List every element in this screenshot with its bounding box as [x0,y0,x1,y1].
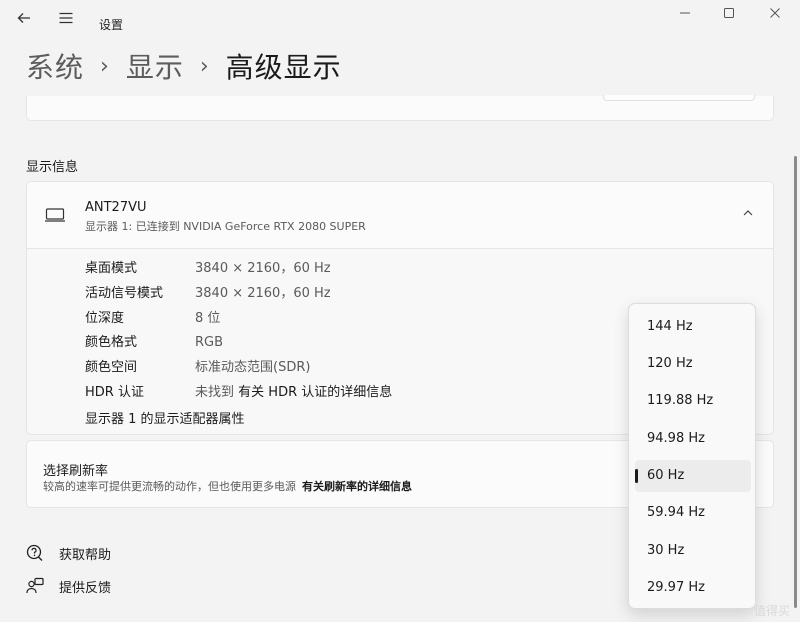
refresh-rate-dropdown[interactable]: 144 Hz 120 Hz 119.88 Hz 94.98 Hz 60 Hz 5… [628,303,756,609]
refresh-rate-description: 较高的速率可提供更流畅的动作，但也使用更多电源 有关刷新率的详细信息 [43,478,412,494]
feedback-icon [26,577,44,594]
previous-setting-dropdown[interactable] [603,95,755,101]
back-arrow-icon [17,13,30,23]
hdr-certification-link[interactable]: 有关 HDR 认证的详细信息 [238,385,392,400]
info-value: 3840 × 2160，60 Hz [195,261,331,276]
title-bar: 设置 [0,0,800,40]
chevron-up-icon[interactable] [739,206,757,224]
breadcrumb-item-system[interactable]: 系统 [26,46,84,86]
give-feedback-link[interactable]: 提供反馈 [26,576,111,596]
chevron-right-icon: › [199,53,210,79]
refresh-rate-option[interactable]: 29.97 Hz [635,572,751,604]
hdr-status: 未找到 [195,385,235,400]
refresh-rate-option[interactable]: 94.98 Hz [635,423,751,455]
info-key: 桌面模式 [85,261,138,276]
info-key: 位深度 [85,311,125,326]
info-key: 颜色格式 [85,335,138,350]
section-title-display-info: 显示信息 [26,160,79,175]
watermark: 值得买 [753,604,790,618]
minimize-icon [680,12,690,14]
refresh-rate-title: 选择刷新率 [43,464,109,479]
maximize-button[interactable] [714,6,744,26]
back-button[interactable] [14,10,34,30]
hamburger-menu-icon [59,12,73,24]
get-help-label: 获取帮助 [59,547,112,563]
info-value: 8 位 [195,311,221,326]
breadcrumb: 系统 › 显示 › 高级显示 [26,46,342,86]
refresh-rate-info-link[interactable]: 有关刷新率的详细信息 [302,480,412,493]
breadcrumb-item-display[interactable]: 显示 [126,46,184,86]
get-help-link[interactable]: 获取帮助 [26,543,111,563]
monitor-header-card[interactable]: ANT27VU 显示器 1: 已连接到 NVIDIA GeForce RTX 2… [26,181,774,249]
close-icon [770,8,780,18]
refresh-rate-option[interactable]: 144 Hz [635,311,751,343]
close-button[interactable] [760,6,790,26]
monitor-name: ANT27VU [85,200,147,215]
info-key: 颜色空间 [85,360,138,375]
info-key: 活动信号模式 [85,286,164,301]
monitor-icon [45,208,65,222]
minimize-button[interactable] [670,6,700,26]
navigation-menu-button[interactable] [56,10,76,30]
vertical-scrollbar[interactable] [794,156,797,608]
maximize-icon [724,8,734,18]
chevron-right-icon: › [100,53,110,79]
info-value: 标准动态范围(SDR) [195,360,311,375]
info-value: RGB [195,335,224,350]
refresh-rate-option[interactable]: 120 Hz [635,348,751,380]
breadcrumb-item-advanced-display: 高级显示 [225,51,342,84]
info-value: 未找到 有关 HDR 认证的详细信息 [195,383,392,403]
info-value: 3840 × 2160，60 Hz [195,286,331,301]
app-title: 设置 [99,18,124,32]
refresh-rate-option-selected[interactable]: 60 Hz [635,460,751,492]
refresh-rate-option[interactable]: 59.94 Hz [635,497,751,529]
refresh-rate-option[interactable]: 119.88 Hz [635,385,751,417]
display-adapter-properties-link[interactable]: 显示器 1 的显示适配器属性 [85,408,245,427]
refresh-rate-option[interactable]: 30 Hz [635,535,751,567]
help-chat-icon [26,544,43,561]
give-feedback-label: 提供反馈 [59,580,112,596]
refresh-rate-description-text: 较高的速率可提供更流畅的动作，但也使用更多电源 [43,480,296,493]
monitor-connection: 显示器 1: 已连接到 NVIDIA GeForce RTX 2080 SUPE… [85,220,366,233]
previous-setting-card [26,95,774,121]
info-key: HDR 认证 [85,385,144,400]
